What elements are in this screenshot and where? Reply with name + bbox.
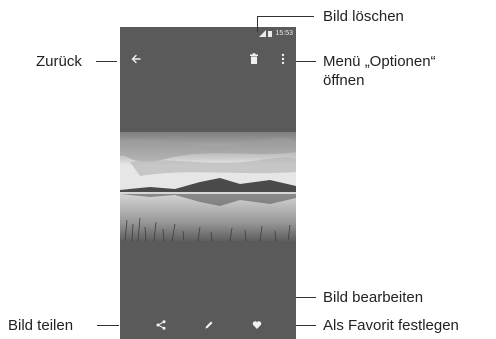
status-bar: 15:53 <box>120 27 296 41</box>
delete-leader-v <box>257 16 258 32</box>
options-callout-line1: Menü „Optionen“ <box>323 53 436 70</box>
status-time: 15:53 <box>275 30 293 37</box>
share-callout: Bild teilen <box>8 317 74 334</box>
edit-leader <box>296 297 316 298</box>
share-icon <box>156 320 166 330</box>
options-menu-button[interactable] <box>275 53 291 69</box>
options-leader <box>296 61 316 62</box>
edit-callout: Bild bearbeiten <box>323 289 424 306</box>
edit-button[interactable] <box>201 317 217 333</box>
battery-icon <box>268 31 272 37</box>
favorite-callout: Als Favorit festlegen <box>323 317 459 334</box>
favorite-leader <box>296 325 316 326</box>
trash-icon <box>250 53 258 64</box>
back-leader <box>96 61 117 62</box>
options-callout-line2: öffnen <box>323 72 365 89</box>
back-button[interactable] <box>128 53 144 69</box>
back-callout: Zurück <box>36 53 82 70</box>
favorite-button[interactable] <box>249 317 265 333</box>
pencil-icon <box>205 321 213 329</box>
heart-icon <box>252 321 262 329</box>
back-arrow-icon <box>131 54 141 64</box>
signal-icon <box>259 30 266 37</box>
gallery-screen: 15:53 <box>120 27 296 339</box>
delete-leader-h <box>257 16 314 17</box>
delete-callout: Bild löschen <box>323 8 404 25</box>
landscape-photo <box>120 132 296 241</box>
delete-button[interactable] <box>246 53 262 69</box>
share-button[interactable] <box>153 317 169 333</box>
more-vert-icon <box>281 53 285 65</box>
share-leader <box>97 325 119 326</box>
